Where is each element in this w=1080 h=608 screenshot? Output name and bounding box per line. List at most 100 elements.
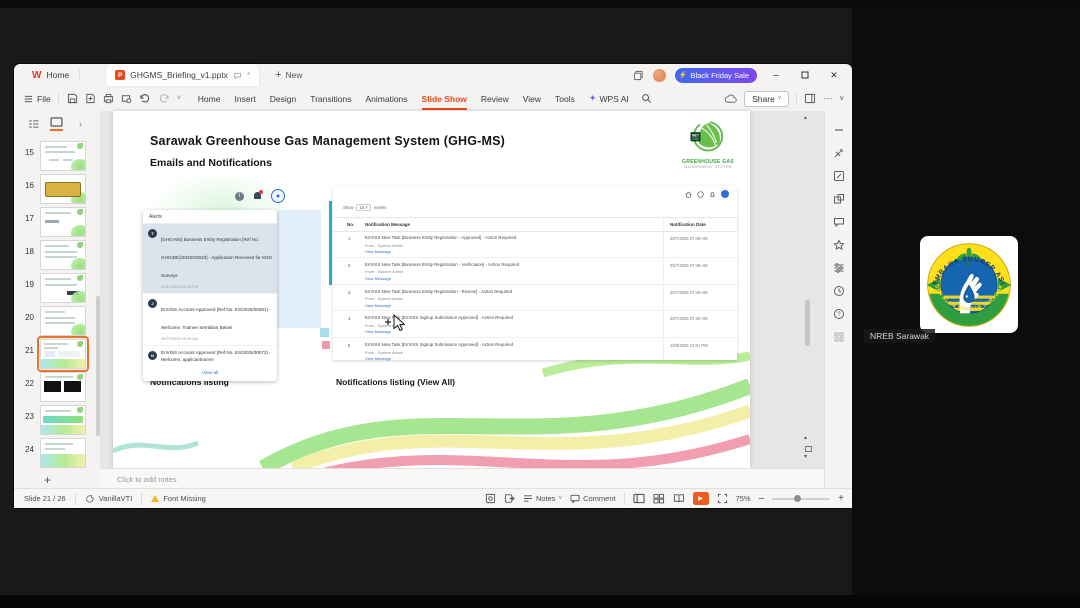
zoom-slider[interactable] — [772, 494, 831, 502]
thumbnail-row-23[interactable]: 23 — [14, 404, 100, 437]
bolt-icon: ⚡ — [678, 72, 688, 79]
close-button[interactable]: ✕ — [824, 70, 844, 81]
presenter-view-icon[interactable] — [485, 493, 496, 504]
account-avatar[interactable] — [652, 68, 666, 82]
print-icon[interactable] — [103, 93, 114, 104]
notes-area[interactable]: Click to add notes — [100, 468, 824, 489]
menu-tools[interactable]: Tools — [548, 94, 582, 104]
menu-review[interactable]: Review — [474, 94, 516, 104]
thumbnail-row-22[interactable]: 22 — [14, 371, 100, 404]
design-wand-icon[interactable] — [833, 170, 845, 182]
canvas-scrollbar[interactable] — [805, 300, 810, 346]
save-icon[interactable] — [67, 93, 78, 104]
status-right: Notes ˅ Comment ▶ 75% – + — [485, 492, 844, 505]
task-pane-icon[interactable] — [804, 93, 816, 104]
collapse-pane-icon[interactable] — [833, 124, 845, 136]
menu-insert[interactable]: Insert — [227, 94, 262, 104]
theme-icon — [85, 494, 94, 503]
new-tab-button[interactable]: + New — [275, 69, 302, 81]
favorites-star-icon[interactable] — [833, 239, 845, 251]
menu-view[interactable]: View — [516, 94, 548, 104]
slide-view-icon[interactable] — [50, 117, 63, 131]
slideshow-play-button[interactable]: ▶ — [692, 492, 709, 505]
slide-21-canvas[interactable]: Sarawak Greenhouse Gas Management System… — [113, 111, 750, 468]
wps-ai-sparkle-icon: ✦ — [588, 93, 597, 103]
scroll-up-icon[interactable]: ▴ — [804, 114, 807, 121]
thumbnail-row-18[interactable]: 18 — [14, 239, 100, 272]
help-circle-icon[interactable]: ? — [833, 308, 845, 320]
settings-sliders-icon[interactable] — [833, 262, 845, 274]
print-preview-icon[interactable] — [121, 93, 132, 104]
cloud-sync-icon[interactable] — [724, 94, 737, 104]
black-friday-sale-button[interactable]: ⚡ Black Friday Sale — [674, 67, 757, 83]
slide-sorter-icon[interactable] — [653, 493, 665, 504]
collapse-ribbon-icon[interactable]: ˅ — [839, 94, 844, 103]
menu-animations[interactable]: Animations — [358, 94, 414, 104]
zoom-in-button[interactable]: + — [838, 493, 844, 504]
tab-document[interactable]: P GHGMS_Briefing_v1.pptx * — [106, 64, 260, 86]
thumbnail-row-19[interactable]: 19 — [14, 272, 100, 305]
zoom-level[interactable]: 75% — [736, 494, 751, 503]
slide-thumbnail[interactable] — [40, 438, 86, 468]
thumbnail-row-15[interactable]: 15 — [14, 140, 100, 173]
next-slide-icon[interactable]: ▾ — [804, 453, 807, 460]
outline-view-icon[interactable] — [28, 119, 40, 129]
restore-button[interactable] — [795, 71, 815, 79]
add-slide-button[interactable]: + — [44, 473, 51, 487]
history-clock-icon[interactable] — [833, 285, 845, 297]
notes-toggle[interactable]: Notes ˅ — [523, 494, 562, 503]
hamburger-icon[interactable] — [24, 95, 33, 103]
comment-pane-icon[interactable] — [833, 216, 845, 228]
collapse-panel-icon[interactable]: › — [79, 119, 82, 129]
share-button[interactable]: Share ˅ — [744, 90, 790, 107]
slide-thumbnail[interactable] — [40, 273, 86, 303]
slide-nav-icon[interactable] — [805, 446, 812, 452]
search-icon[interactable] — [641, 93, 652, 104]
col-message: Notification Message — [365, 222, 411, 227]
slide-thumbnail[interactable] — [40, 240, 86, 270]
previous-slide-icon[interactable]: ▴ — [804, 434, 807, 441]
slide-thumbnail[interactable] — [40, 141, 86, 171]
thumbnail-row-20[interactable]: 20 — [14, 305, 100, 338]
comment-button[interactable]: Comment — [570, 494, 616, 503]
font-missing-warning[interactable]: Font Missing — [151, 494, 206, 503]
menu-design[interactable]: Design — [263, 94, 303, 104]
reading-view-icon[interactable] — [673, 493, 685, 504]
play-from-current-icon[interactable] — [504, 493, 515, 504]
more-options-icon[interactable]: ⋯ — [823, 93, 832, 104]
tools-icon[interactable] — [833, 147, 845, 159]
undo-icon[interactable] — [139, 93, 151, 104]
redo-icon[interactable] — [158, 93, 170, 104]
bell-icon — [710, 191, 715, 197]
zoom-slider-knob[interactable] — [794, 494, 802, 502]
menu-transitions[interactable]: Transitions — [303, 94, 358, 104]
thumbnail-row-16[interactable]: 16 — [14, 173, 100, 206]
export-icon[interactable] — [85, 93, 96, 104]
thumbnail-row-24[interactable]: 24 — [14, 437, 100, 470]
menu-home[interactable]: Home — [191, 94, 228, 104]
menu-wps-ai[interactable]: ✦ WPS AI — [582, 93, 636, 104]
tab-home[interactable]: W Home — [22, 64, 79, 86]
slide-thumbnail[interactable] — [40, 405, 86, 435]
slide-thumbnail[interactable] — [40, 207, 86, 237]
minimize-button[interactable]: – — [766, 70, 786, 81]
shapes-icon[interactable] — [833, 193, 845, 205]
fit-to-window-icon[interactable] — [717, 493, 728, 504]
slide-thumbnail[interactable] — [40, 306, 86, 336]
apps-grid-icon[interactable] — [833, 331, 845, 343]
qat-chevron-icon[interactable]: ˅ — [177, 95, 181, 102]
titlebar-right-cluster: ⚡ Black Friday Sale – ✕ — [633, 67, 852, 83]
participant-video-tile[interactable]: LEMBAGA SUMBER ASLI DAN ALAM SEKITAR SAR… — [852, 8, 1080, 595]
home-icon — [685, 191, 692, 198]
slide-thumbnail[interactable] — [40, 372, 86, 402]
window-stack-icon[interactable] — [633, 70, 644, 81]
zoom-out-button[interactable]: – — [759, 493, 765, 504]
normal-view-icon[interactable] — [633, 493, 645, 504]
slide-thumbnail-selected[interactable] — [37, 336, 89, 372]
menu-file[interactable]: File — [33, 94, 58, 104]
thumbnail-row-21-selected[interactable]: 21 — [14, 336, 100, 372]
theme-indicator[interactable]: VanillaVTI — [85, 494, 132, 504]
slide-thumbnail[interactable] — [40, 174, 86, 204]
thumbnail-row-17[interactable]: 17 — [14, 206, 100, 239]
menu-slide-show[interactable]: Slide Show — [415, 94, 474, 110]
